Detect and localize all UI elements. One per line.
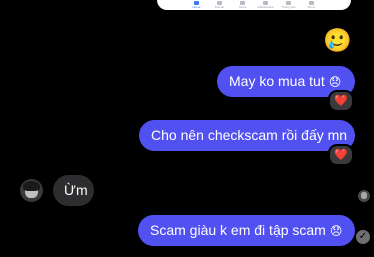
shared-tab-home: Home [187, 1, 207, 9]
sad-face-emoji: 😞 [328, 75, 342, 89]
message-bubble-incoming[interactable]: Ừm [53, 175, 94, 206]
message-text: Ừm [64, 182, 88, 198]
sad-face-emoji: 😞 [329, 224, 343, 238]
shared-tab-menu: Menu [302, 1, 322, 9]
message-bubble-outgoing[interactable]: Scam giàu k em đi tập scam 😞 [138, 215, 355, 246]
message-text: Cho nên checkscam rồi đấy mn [151, 127, 348, 143]
shared-tab-marketplace: Marketplace [256, 1, 276, 9]
emoji-message[interactable]: 🥲 [323, 27, 352, 53]
shared-tab-notifications: Thông báo [279, 1, 299, 9]
sent-check-icon: ✓ [356, 230, 370, 244]
shared-tab-bundle: Bundle [210, 1, 230, 9]
shared-tab-label: Thông báo [281, 5, 296, 9]
heart-reaction-badge[interactable]: ❤️ [328, 90, 354, 112]
message-bubble-outgoing[interactable]: Cho nên checkscam rồi đấy mn [139, 120, 355, 151]
shared-tab-label: Home [192, 5, 201, 9]
shared-tab-news: News [233, 1, 253, 9]
seen-receipt-avatar [358, 190, 370, 202]
sender-avatar[interactable] [20, 179, 43, 202]
shared-tab-label: Marketplace [257, 5, 274, 9]
shared-tab-label: Menu [307, 5, 316, 9]
heart-reaction-badge[interactable]: ❤️ [328, 144, 354, 166]
shared-tab-label: News [238, 5, 247, 9]
shared-tab-label: Bundle [214, 5, 225, 9]
message-text: Scam giàu k em đi tập scam [150, 222, 326, 238]
shared-image-tabbar: Home Bundle News Marketplace Thông báo M… [157, 1, 351, 9]
message-text: May ko mua tut [229, 73, 325, 89]
avatar-face [361, 192, 367, 199]
avatar-hair [23, 181, 40, 191]
shared-image-attachment[interactable]: Home Bundle News Marketplace Thông báo M… [157, 0, 351, 10]
